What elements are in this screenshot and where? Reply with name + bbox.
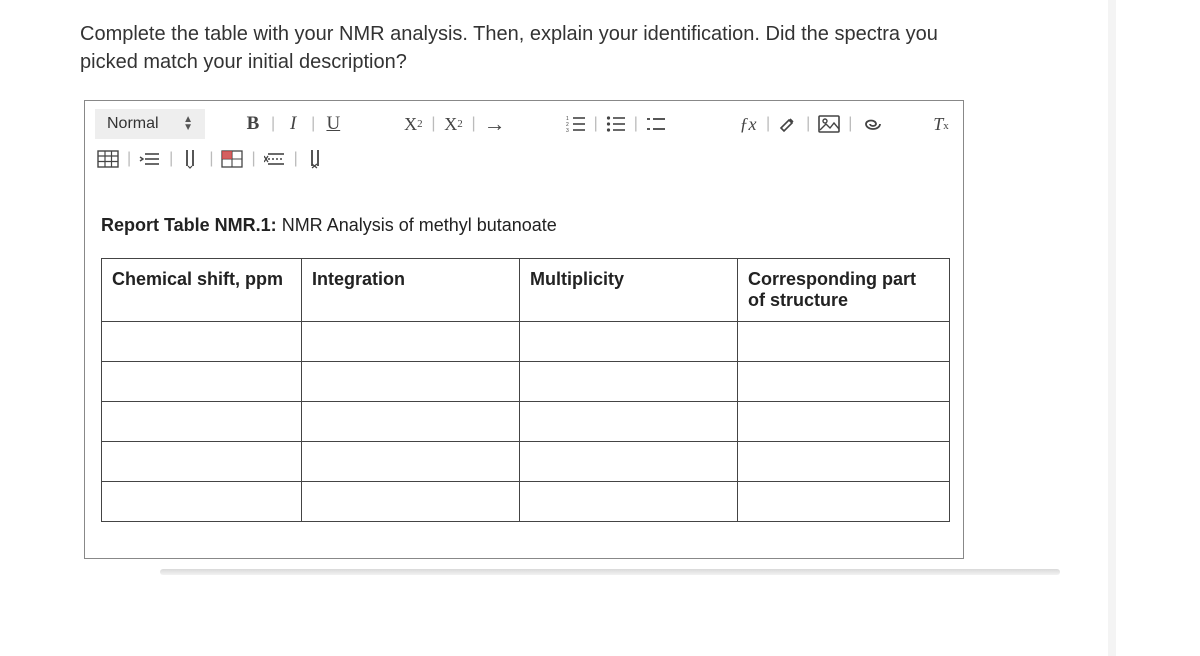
header-multiplicity[interactable]: Multiplicity [520, 259, 738, 322]
separator: | [309, 115, 317, 133]
superscript-x-label: X [444, 114, 457, 135]
vertical-scrollbar-track[interactable] [1108, 0, 1116, 656]
report-table-title: Report Table NMR.1: NMR Analysis of meth… [101, 215, 947, 236]
formula-button[interactable]: ƒx [736, 110, 760, 138]
column-options-button[interactable] [179, 145, 203, 173]
table-row[interactable] [102, 322, 950, 362]
report-title-bold: Report Table NMR.1: [101, 215, 277, 235]
header-corresponding-part[interactable]: Corresponding part of structure [738, 259, 950, 322]
attachment-button[interactable] [858, 110, 886, 138]
svg-text:3: 3 [566, 128, 569, 133]
toolbar-row-2: | | | | | [95, 145, 953, 173]
bullet-list-button[interactable] [604, 110, 628, 138]
separator: | [804, 115, 812, 133]
header-col4-line1: Corresponding part [748, 269, 916, 289]
separator: | [167, 150, 175, 168]
separator: | [207, 150, 215, 168]
separator: | [469, 115, 477, 133]
arrow-button[interactable]: → [482, 110, 508, 138]
paragraph-style-select[interactable]: Normal ▲▼ [95, 109, 205, 139]
subscript-num: 2 [417, 118, 423, 130]
separator: | [592, 115, 600, 133]
delete-row-button[interactable] [262, 145, 288, 173]
select-arrows-icon: ▲▼ [183, 116, 193, 132]
subscript-button[interactable]: X2 [401, 110, 425, 138]
numbered-list-button[interactable]: 123 [564, 110, 588, 138]
underline-button[interactable]: U [321, 110, 345, 138]
header-col4-line2: of structure [748, 290, 848, 310]
delete-column-button[interactable] [304, 145, 328, 173]
horizontal-scrollbar[interactable] [160, 569, 1060, 575]
clear-format-x: x [943, 120, 949, 132]
image-button[interactable] [816, 110, 842, 138]
drawing-button[interactable] [776, 110, 800, 138]
row-options-button[interactable] [137, 145, 163, 173]
table-header-row: Chemical shift, ppm Integration Multipli… [102, 259, 950, 322]
editor-content-area[interactable]: Report Table NMR.1: NMR Analysis of meth… [85, 185, 963, 558]
clear-format-t: T [933, 114, 943, 135]
rich-text-editor: Normal ▲▼ B | I | U X2 | X2 | → [84, 100, 964, 559]
separator: | [292, 150, 300, 168]
separator: | [125, 150, 133, 168]
subscript-x-label: X [404, 114, 417, 135]
insert-table-button[interactable] [95, 145, 121, 173]
italic-button[interactable]: I [281, 110, 305, 138]
separator: | [269, 115, 277, 133]
separator: | [764, 115, 772, 133]
table-row[interactable] [102, 402, 950, 442]
separator: | [846, 115, 854, 133]
table-row[interactable] [102, 362, 950, 402]
separator: | [632, 115, 640, 133]
checklist-button[interactable] [644, 110, 668, 138]
question-text: Complete the table with your NMR analysi… [80, 20, 1000, 76]
separator: | [429, 115, 437, 133]
toolbar-row-1: Normal ▲▼ B | I | U X2 | X2 | → [95, 109, 953, 139]
paragraph-style-label: Normal [107, 115, 159, 133]
header-integration[interactable]: Integration [302, 259, 520, 322]
table-row[interactable] [102, 482, 950, 522]
superscript-num: 2 [457, 118, 463, 130]
cell-options-button[interactable] [219, 145, 245, 173]
report-title-rest: NMR Analysis of methyl butanoate [277, 215, 557, 235]
editor-toolbar: Normal ▲▼ B | I | U X2 | X2 | → [85, 101, 963, 185]
header-chemical-shift[interactable]: Chemical shift, ppm [102, 259, 302, 322]
nmr-analysis-table[interactable]: Chemical shift, ppm Integration Multipli… [101, 258, 950, 522]
table-row[interactable] [102, 442, 950, 482]
clear-formatting-button[interactable]: Tx [929, 110, 953, 138]
superscript-button[interactable]: X2 [441, 110, 465, 138]
bold-button[interactable]: B [241, 110, 265, 138]
separator: | [249, 150, 257, 168]
